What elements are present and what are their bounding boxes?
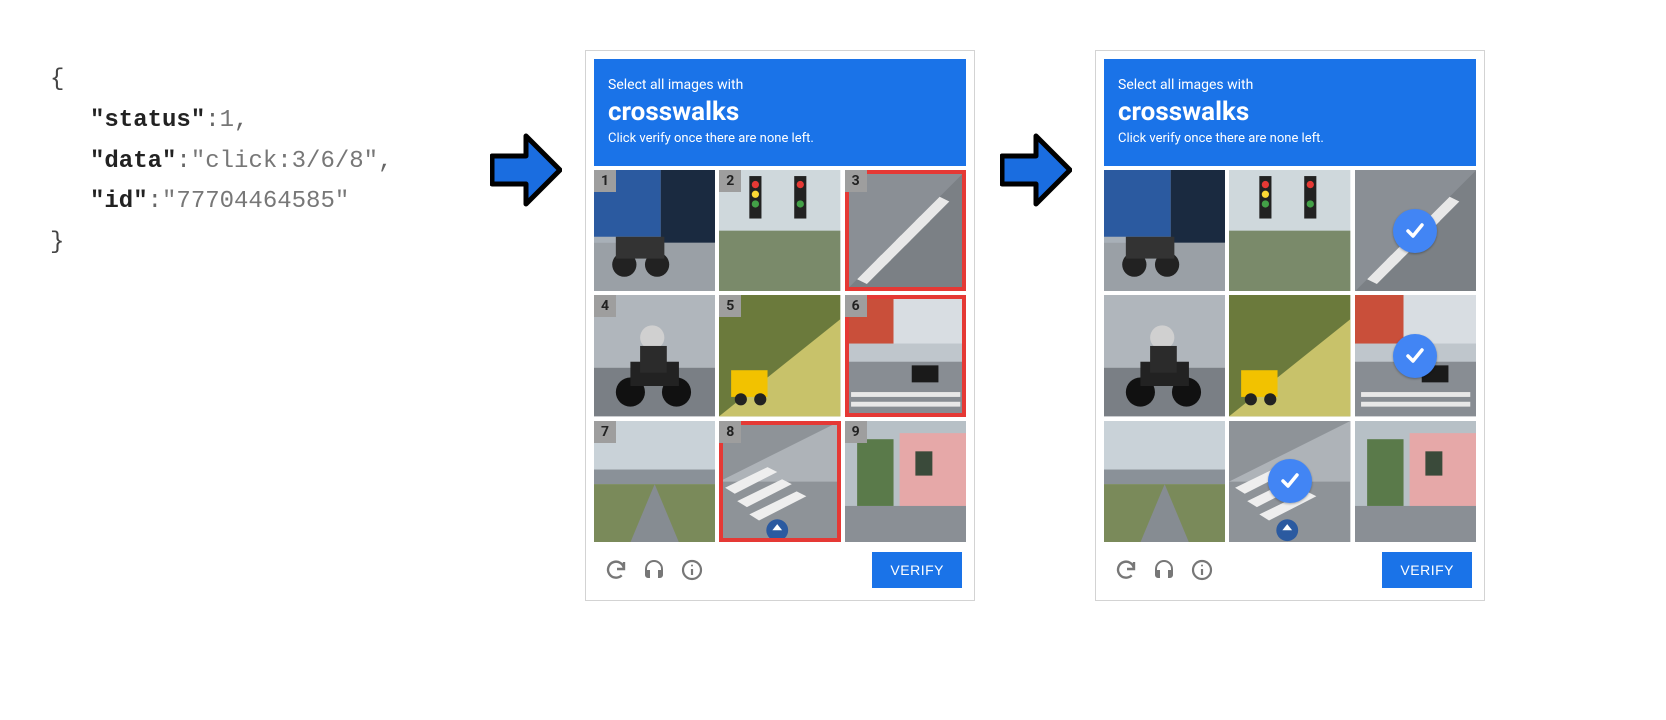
tile-number-label: 5 [719,295,741,317]
verify-button[interactable]: VERIFY [872,552,962,588]
tile-checked-overlay [1355,170,1476,291]
captcha-tile[interactable] [1355,295,1476,416]
tile-number-label: 1 [594,170,616,192]
check-icon [1393,334,1437,378]
arrow-icon [1000,130,1072,210]
captcha-widget-after: Select all images with crosswalks Click … [1095,50,1485,601]
captcha-grid [1104,170,1476,542]
captcha-prompt-subject: crosswalks [608,97,952,127]
json-snippet: { "status":1, "data":"click:3/6/8", "id"… [50,60,392,264]
captcha-tile[interactable]: 5 [719,295,840,416]
captcha-tile[interactable]: 9 [845,421,966,542]
info-icon[interactable] [1190,558,1214,582]
captcha-prompt-line1: Select all images with [1118,77,1462,93]
check-icon [1268,459,1312,503]
captcha-tile[interactable] [1229,170,1350,291]
reload-icon[interactable] [604,558,628,582]
captcha-prompt-line1: Select all images with [608,77,952,93]
info-icon[interactable] [680,558,704,582]
reload-icon[interactable] [1114,558,1138,582]
captcha-tile[interactable]: 4 [594,295,715,416]
headphones-icon[interactable] [1152,558,1176,582]
tile-checked-overlay [1355,295,1476,416]
tile-number-label: 4 [594,295,616,317]
tile-number-label: 6 [845,295,867,317]
captcha-tile[interactable] [1229,295,1350,416]
json-val-data: "click:3/6/8" [191,148,378,175]
captcha-grid: 1 2 3 4 5 6 7 8 9 [594,170,966,542]
json-key-status: "status" [90,107,205,134]
verify-button[interactable]: VERIFY [1382,552,1472,588]
check-icon [1393,209,1437,253]
headphones-icon[interactable] [642,558,666,582]
captcha-tile[interactable] [1104,421,1225,542]
captcha-prompt-line3: Click verify once there are none left. [608,131,952,146]
captcha-tile[interactable]: 1 [594,170,715,291]
captcha-prompt-subject: crosswalks [1118,97,1462,127]
tile-number-label: 2 [719,170,741,192]
captcha-header: Select all images with crosswalks Click … [594,59,966,166]
arrow-icon [490,130,562,210]
captcha-widget-before: Select all images with crosswalks Click … [585,50,975,601]
captcha-tile[interactable]: 2 [719,170,840,291]
captcha-tile[interactable] [1104,295,1225,416]
tile-number-label: 9 [845,421,867,443]
tile-checked-overlay [1229,421,1350,542]
captcha-prompt-line3: Click verify once there are none left. [1118,131,1462,146]
captcha-footer: VERIFY [594,542,966,592]
tile-number-label: 8 [719,421,741,443]
json-val-status: 1 [220,107,234,134]
captcha-header: Select all images with crosswalks Click … [1104,59,1476,166]
json-val-id: "77704464585" [162,188,349,215]
captcha-tile[interactable] [1355,170,1476,291]
captcha-tile[interactable] [1104,170,1225,291]
json-key-id: "id" [90,188,148,215]
captcha-tile[interactable]: 3 [845,170,966,291]
captcha-tile[interactable]: 8 [719,421,840,542]
captcha-tile[interactable] [1355,421,1476,542]
captcha-tile[interactable]: 6 [845,295,966,416]
tile-number-label: 3 [845,170,867,192]
captcha-tile[interactable] [1229,421,1350,542]
captcha-footer: VERIFY [1104,542,1476,592]
json-key-data: "data" [90,148,176,175]
captcha-tile[interactable]: 7 [594,421,715,542]
tile-number-label: 7 [594,421,616,443]
